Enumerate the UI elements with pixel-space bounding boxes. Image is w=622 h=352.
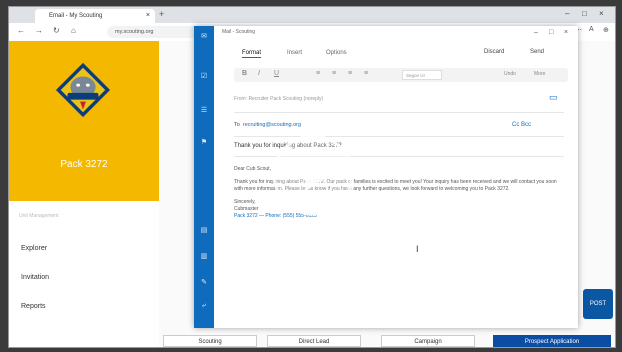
compose-maximize-button[interactable]: □ — [549, 29, 553, 36]
formatting-toolbar: B I U ≡ ≡ ≡ ≡ Segoe UI Undo More — [234, 68, 568, 82]
video-play-icon[interactable] — [271, 133, 355, 217]
undo-button[interactable]: Undo — [504, 71, 516, 77]
more-button[interactable]: More — [534, 71, 545, 77]
sidebar-item-invitation[interactable]: Invitation — [21, 274, 49, 281]
extension-icon[interactable]: ⊕ — [603, 26, 609, 34]
mail-icon[interactable]: ✉ — [194, 32, 214, 40]
compose-close-button[interactable]: × — [564, 29, 568, 36]
home-icon[interactable]: ⌂ — [71, 26, 76, 35]
cub-scout-logo — [55, 62, 111, 118]
unit-name: Pack 3272 — [60, 159, 108, 170]
send-button[interactable]: Send — [530, 49, 544, 55]
notes-icon[interactable]: ▥ — [194, 252, 214, 260]
align-right-button[interactable]: ≡ — [348, 70, 352, 77]
unit-logo-panel: Pack 3272 — [9, 41, 159, 201]
menu-icon[interactable]: ☰ — [194, 106, 214, 114]
from-field[interactable]: From: Recruiter Pack Scouting (noreply) — [234, 96, 323, 102]
forward-icon[interactable]: → — [35, 26, 43, 35]
reply-icon[interactable]: ⤶ — [194, 302, 214, 310]
attach-icon[interactable]: ▭ — [549, 92, 558, 103]
outlook-left-rail: ✉ ☑ ☰ ⚑ ▤ ▥ ✎ ⤶ — [194, 26, 214, 328]
sidebar-item-reports[interactable]: Reports — [21, 303, 46, 310]
text-cursor-icon: I — [416, 244, 419, 254]
todo-icon[interactable]: ☑ — [194, 72, 214, 80]
divider — [234, 112, 564, 113]
tab-direct-lead[interactable]: Direct Lead — [267, 335, 361, 347]
new-tab-button[interactable]: + — [159, 9, 164, 19]
recipient-chip[interactable]: recruiting@scouting.org — [243, 122, 301, 128]
bold-button[interactable]: B — [242, 70, 247, 77]
underline-button[interactable]: U — [274, 70, 279, 77]
compose-window-title: Mail - Scouting — [222, 29, 256, 35]
italic-button[interactable]: I — [258, 70, 260, 77]
app-sidebar: Pack 3272 Unit Management Explorer Invit… — [9, 41, 160, 347]
align-center-button[interactable]: ≡ — [332, 70, 336, 77]
tab-format[interactable]: Format — [242, 50, 262, 58]
list-button[interactable]: ≡ — [364, 70, 368, 77]
compose-minimize-button[interactable]: – — [534, 29, 538, 36]
cc-bcc-button[interactable]: Cc Bcc — [512, 122, 531, 128]
minimize-button[interactable]: – — [565, 9, 569, 18]
discard-button[interactable]: Discard — [484, 49, 504, 55]
browser-tab-bar: Email - My Scouting × + – □ × — [9, 7, 615, 23]
tab-options[interactable]: Options — [326, 50, 347, 56]
back-icon[interactable]: ← — [17, 26, 25, 35]
close-window-button[interactable]: × — [599, 9, 604, 18]
tab-scouting[interactable]: Scouting — [163, 335, 257, 347]
to-label: To — [234, 122, 240, 128]
sidebar-item-explorer[interactable]: Explorer — [21, 245, 47, 252]
tab-campaign[interactable]: Campaign — [381, 335, 475, 347]
align-left-button[interactable]: ≡ — [316, 70, 320, 77]
bottom-tab-bar: Scouting Direct Lead Campaign Prospect A… — [159, 335, 615, 347]
browser-tab-title: Email - My Scouting — [49, 13, 103, 19]
post-button[interactable]: POST — [583, 289, 613, 319]
font-selector[interactable]: Segoe UI — [402, 70, 442, 80]
profile-icon[interactable]: A — [589, 26, 594, 33]
maximize-button[interactable]: □ — [582, 9, 587, 18]
tab-close-icon[interactable]: × — [146, 9, 150, 23]
edit-icon[interactable]: ✎ — [194, 278, 214, 286]
email-compose-window: ✉ ☑ ☰ ⚑ ▤ ▥ ✎ ⤶ Mail - Scouting – □ × Fo… — [194, 26, 578, 328]
flag-icon[interactable]: ⚑ — [194, 138, 214, 146]
sidebar-section-label: Unit Management — [19, 213, 59, 219]
tab-prospect-application[interactable]: Prospect Application — [493, 335, 611, 347]
tab-insert[interactable]: Insert — [287, 50, 302, 56]
browser-tab[interactable]: Email - My Scouting × — [35, 9, 155, 23]
reload-icon[interactable]: ↻ — [53, 26, 60, 35]
calendar-icon[interactable]: ▤ — [194, 226, 214, 234]
